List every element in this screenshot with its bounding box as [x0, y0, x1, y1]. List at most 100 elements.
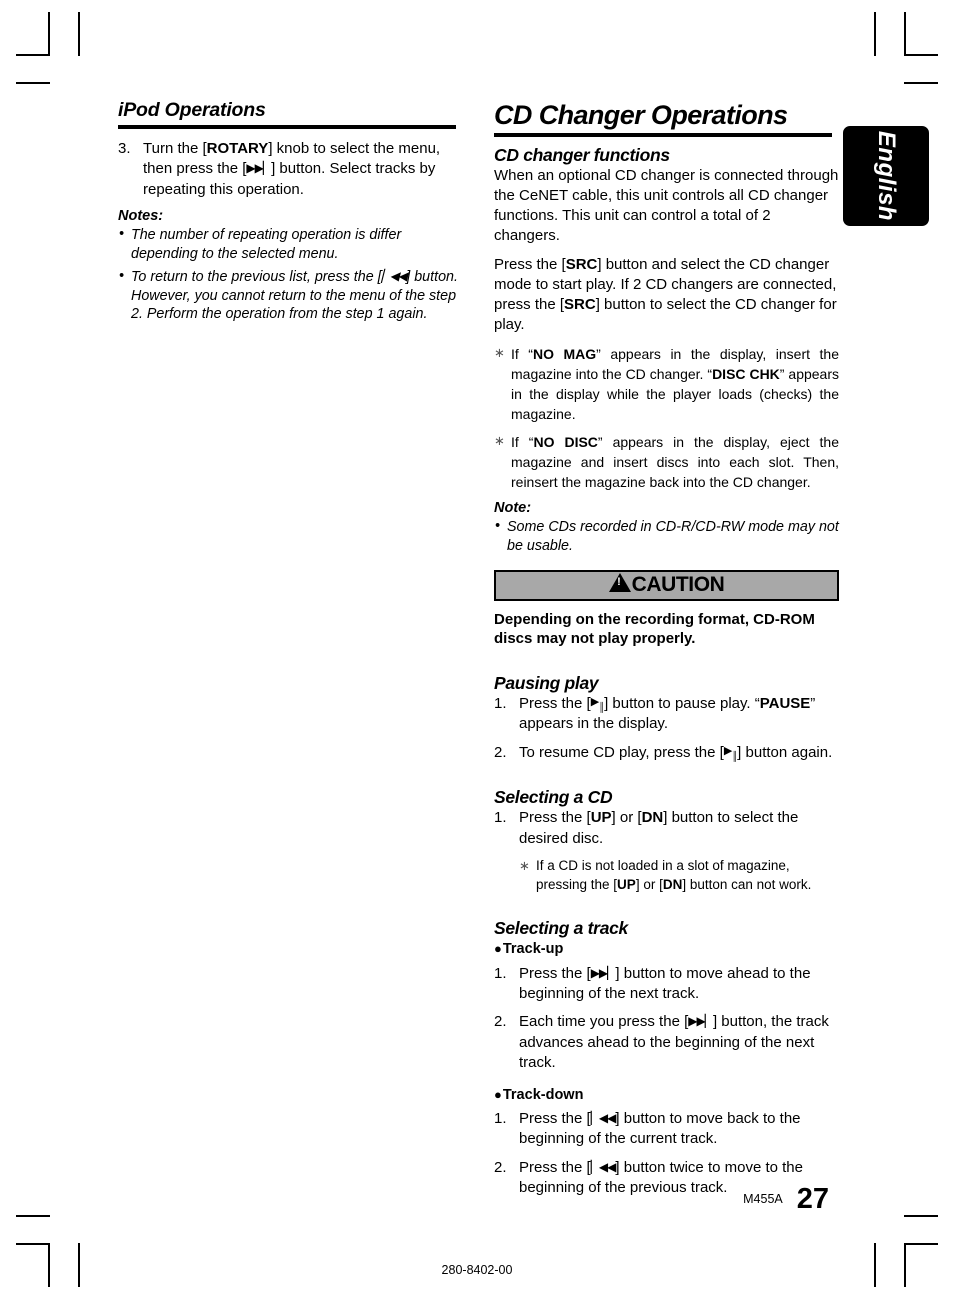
list-item-number: 1.	[494, 694, 507, 712]
crop-mark-bottom-right-tick-horizontal	[904, 1215, 938, 1217]
list-item-ipod-step-3: 3. Turn the [ROTARY] knob to select the m…	[118, 139, 463, 200]
filled-circle-icon: ●	[494, 1086, 502, 1102]
language-tab-label: English	[873, 130, 900, 222]
play-pause-icon: ▶║	[590, 695, 605, 712]
list-item-note-2: • To return to the previous list, press t…	[118, 268, 463, 325]
step-text-a: Turn the [	[143, 139, 207, 157]
button-label-dn: DN	[641, 809, 664, 827]
subheading-pausing-play: Pausing play	[494, 672, 599, 693]
step-text-a: Press the [	[519, 1110, 591, 1127]
list-item-number: 1.	[494, 964, 507, 982]
subheading-track-down: ●Track-down	[494, 1087, 839, 1104]
track-down-label: Track-down	[502, 1086, 584, 1103]
button-label-rotary: ROTARY	[206, 139, 269, 157]
notes-label: Notes:	[118, 208, 164, 224]
crop-mark-top-left-vertical	[48, 12, 50, 56]
list-item-note-1: • The number of repeating operation is di…	[118, 226, 463, 264]
list-item-note-cdr: • Some CDs recorded in CD-R/CD-RW mode ma…	[494, 518, 839, 556]
step-text-a: Press the [	[519, 964, 591, 982]
step-text-a: Each time you press the [	[519, 1013, 689, 1031]
language-tab-english: English	[843, 126, 929, 226]
play-pause-icon: ▶║	[723, 744, 738, 761]
bullet-icon: •	[119, 226, 125, 242]
page-number: 27	[796, 1183, 829, 1215]
fast-forward-icon	[591, 966, 616, 980]
note-text-c: ] button can not work.	[682, 876, 812, 892]
crop-mark-bottom-right-horizontal	[904, 1243, 938, 1245]
paragraph-src-instructions: Press the [SRC] button and select the CD…	[494, 255, 839, 335]
caution-label: CAUTION	[631, 572, 725, 596]
list-item-number: 2.	[494, 743, 507, 761]
list-item-number: 2.	[494, 1158, 507, 1176]
crop-mark-bottom-left-tick-horizontal	[16, 1215, 50, 1217]
list-item-select-cd-note: ∗ If a CD is not loaded in a slot of maga…	[519, 857, 839, 894]
list-item-track-down-step-1: 1.Press the [] button to move back to th…	[494, 1109, 839, 1150]
list-item-number: 1.	[494, 1110, 507, 1127]
list-item-pause-step-2: 2. To resume CD play, press the [▶║] butt…	[494, 743, 839, 763]
display-term-disc-chk: DISC CHK	[712, 365, 780, 382]
section-heading-cd-changer-operations: CD Changer Operations	[494, 100, 788, 130]
left-column: iPod Operations 3. Turn the [ROTARY] knob…	[118, 99, 463, 328]
crop-mark-top-right-horizontal	[904, 54, 938, 56]
bullet-icon: •	[119, 267, 125, 284]
caution-banner: CAUTION	[494, 569, 839, 601]
bullet-icon: •	[495, 517, 501, 534]
fast-forward-icon	[688, 1014, 713, 1028]
subheading-selecting-a-cd: Selecting a CD	[494, 786, 613, 807]
list-item-number: 2.	[494, 1013, 507, 1031]
manual-page: iPod Operations 3. Turn the [ROTARY] knob…	[0, 0, 954, 1299]
button-label-src: SRC	[565, 256, 598, 274]
crop-mark-bottom-left-horizontal	[16, 1243, 50, 1245]
button-label-up: UP	[590, 809, 612, 827]
button-label-up: UP	[617, 876, 636, 892]
crop-mark-top-right-vertical	[904, 12, 906, 56]
step-text-b: ] or [	[611, 809, 642, 827]
document-code: 280-8402-00	[441, 1263, 513, 1277]
list-item-number: 3.	[118, 139, 131, 157]
subheading-selecting-a-track: Selecting a track	[494, 918, 628, 939]
display-term-no-mag: NO MAG	[532, 345, 597, 362]
list-item-track-up-step-1: 1.Press the [] button to move ahead to t…	[494, 964, 839, 1005]
crop-mark-top-left-tick-horizontal	[16, 82, 50, 84]
asterisk-icon: ∗	[494, 432, 505, 448]
note-text: The number of repeating operation is dif…	[131, 227, 402, 262]
subheading-cd-changer-functions: CD changer functions	[494, 145, 670, 166]
section-heading-ipod-operations: iPod Operations	[118, 99, 266, 121]
step-text-b: ] button again.	[737, 743, 833, 761]
list-item-select-cd-step-1: 1. Press the [UP] or [DN] button to selec…	[494, 808, 839, 849]
rewind-icon	[591, 1160, 616, 1174]
note-text-a: If “	[511, 345, 533, 362]
crop-mark-top-right-tick-vertical	[874, 12, 876, 56]
fast-forward-icon	[246, 161, 271, 175]
paragraph-text-a: Press the [	[494, 256, 566, 274]
track-up-label: Track-up	[502, 941, 564, 958]
display-term-no-disc: NO DISC	[533, 433, 598, 450]
caution-body-text: Depending on the recording format, CD-RO…	[494, 610, 815, 648]
step-text-a: To resume CD play, press the [	[519, 743, 724, 761]
step-text-a: Press the [	[519, 1158, 591, 1176]
rewind-icon	[382, 269, 407, 283]
section-heading-rule	[118, 124, 456, 129]
model-code: M455A	[743, 1192, 783, 1206]
paragraph-cd-changer-intro: When an optional CD changer is connected…	[494, 167, 839, 245]
step-text-a: Press the [	[519, 694, 591, 712]
note-text-a: If “	[511, 433, 534, 450]
note-text-a: To return to the previous list, press th…	[131, 268, 382, 285]
list-item-track-up-step-2: 2.Each time you press the [] button, the…	[494, 1012, 839, 1073]
crop-mark-top-left-horizontal	[16, 54, 50, 56]
asterisk-icon: ∗	[519, 857, 530, 873]
filled-circle-icon: ●	[494, 941, 502, 957]
button-label-dn: DN	[662, 876, 683, 892]
step-text-a: Press the [	[519, 809, 591, 827]
list-item-note-no-mag: ∗ If “NO MAG” appears in the display, ins…	[494, 344, 839, 424]
display-term-pause: PAUSE	[759, 694, 811, 712]
crop-mark-top-right-tick-horizontal	[904, 82, 938, 84]
page-footer: M455A 27	[494, 1183, 829, 1216]
section-heading-rule	[494, 133, 832, 138]
note-text-b: ] or [	[635, 876, 663, 892]
rewind-icon	[591, 1111, 616, 1125]
subheading-track-up: ●Track-up	[494, 941, 839, 958]
note-label: Note:	[494, 499, 532, 516]
warning-triangle-icon	[608, 572, 631, 592]
list-item-number: 1.	[494, 809, 507, 827]
